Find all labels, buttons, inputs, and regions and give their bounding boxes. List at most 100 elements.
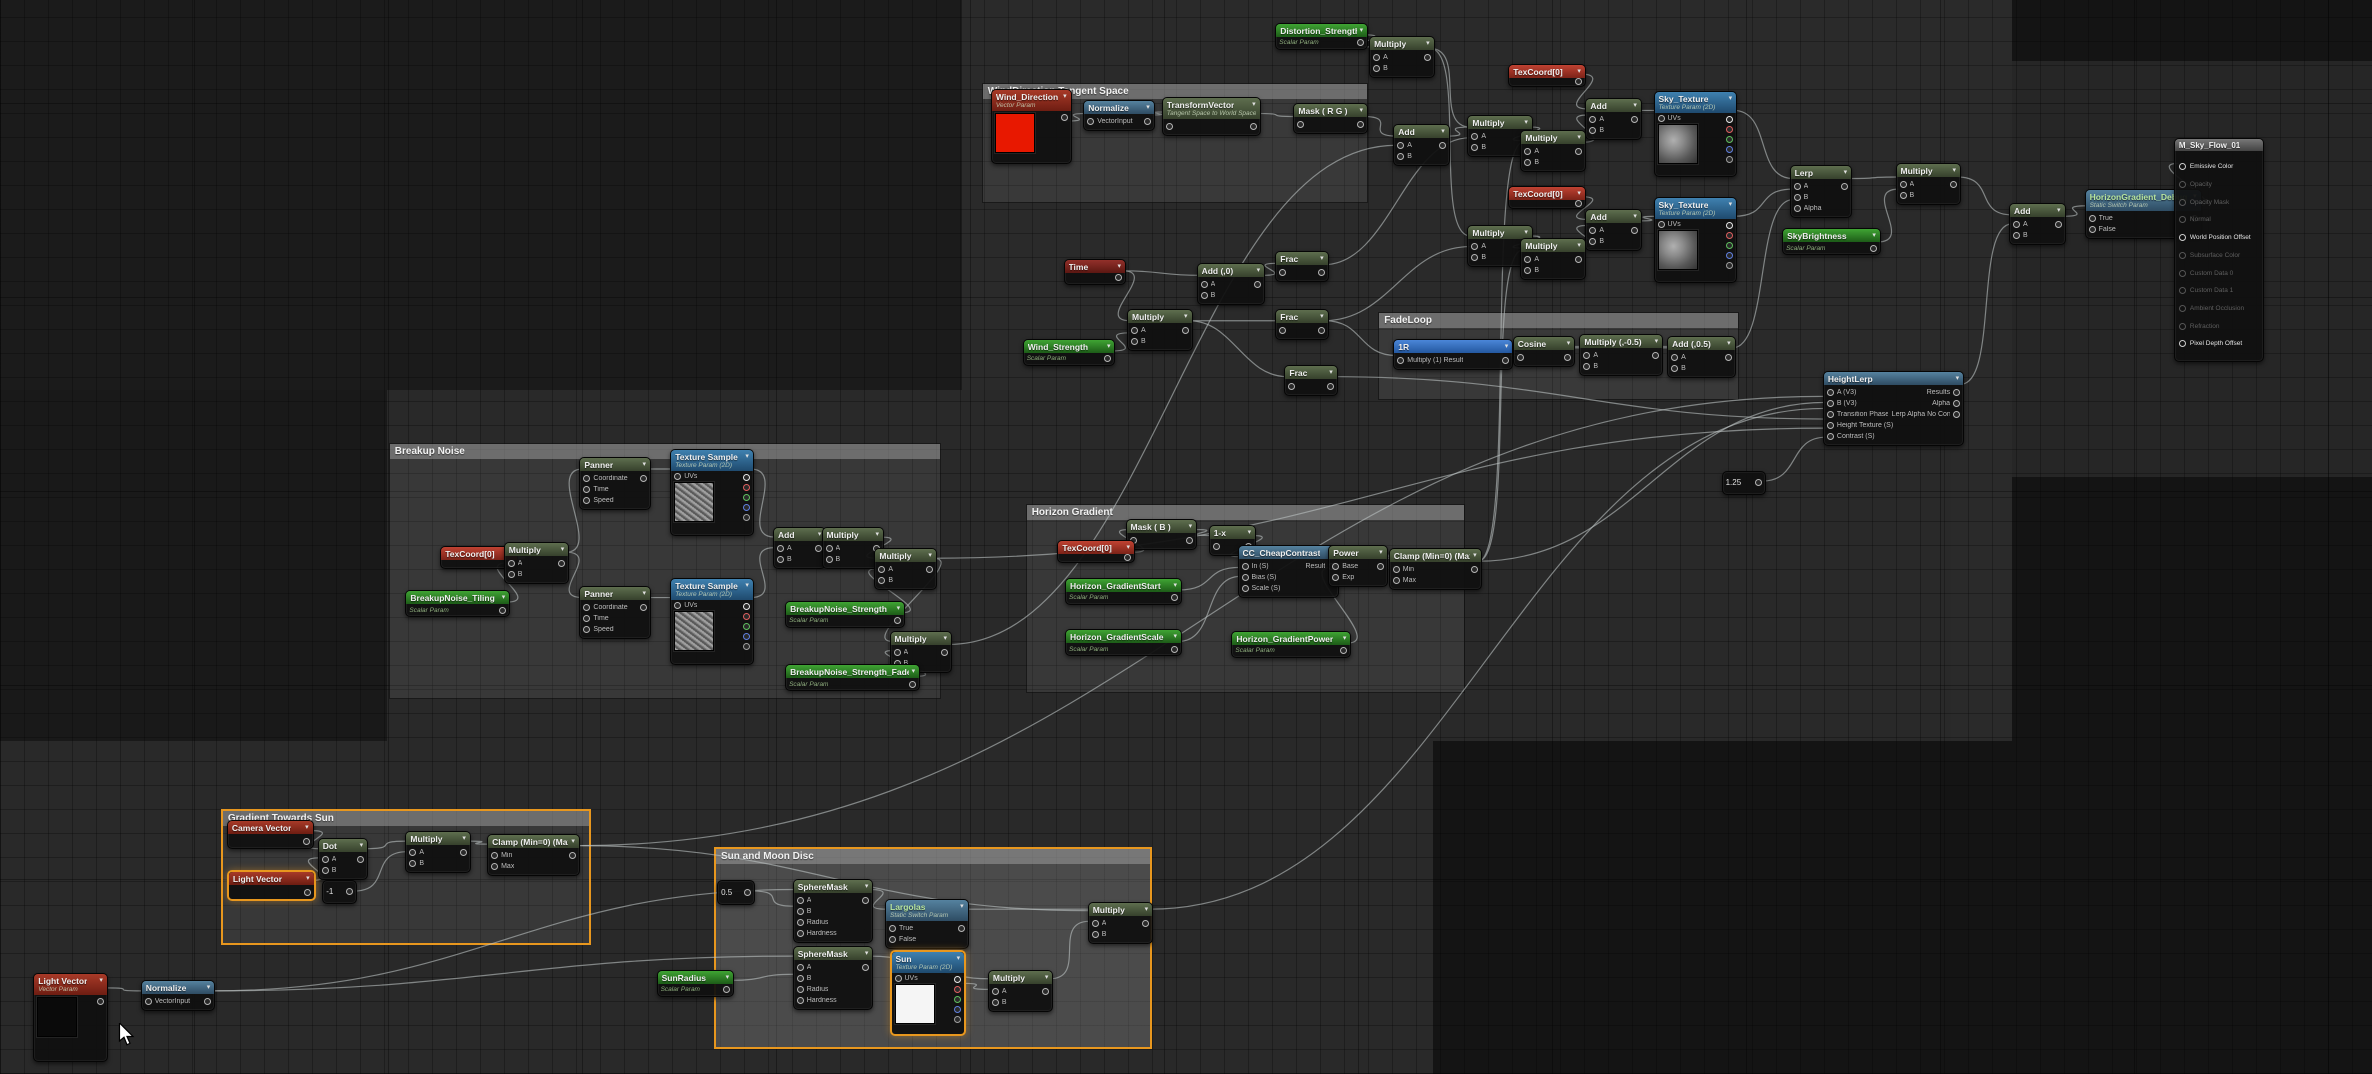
node-header[interactable]: Sky_Texture▾Texture Param (2D) — [1655, 92, 1737, 113]
input-pin[interactable] — [889, 936, 896, 943]
texture-thumbnail[interactable] — [995, 113, 1035, 153]
output-pin[interactable] — [958, 925, 965, 932]
node-header[interactable]: Horizon_GradientStart▾ — [1066, 579, 1181, 592]
output-pin[interactable] — [1439, 142, 1446, 149]
input-pin[interactable] — [1589, 238, 1596, 245]
collapse-icon[interactable]: ▾ — [1257, 267, 1261, 275]
node-texcoord-0[interactable]: TexCoord[0]▾ — [1057, 540, 1135, 563]
output-pin[interactable] — [926, 566, 933, 573]
input-pin[interactable] — [322, 856, 329, 863]
collapse-icon[interactable]: ▾ — [1252, 101, 1256, 109]
collapse-icon[interactable]: ▾ — [1045, 974, 1049, 982]
node-header[interactable]: Mask ( R G )▾ — [1294, 104, 1367, 117]
input-pin[interactable] — [797, 919, 804, 926]
collapse-icon[interactable]: ▾ — [745, 453, 749, 461]
input-pin[interactable] — [2179, 216, 2186, 223]
input-pin[interactable] — [1794, 183, 1801, 190]
output-pin[interactable] — [862, 897, 869, 904]
input-pin[interactable] — [508, 571, 515, 578]
node-mask-b[interactable]: Mask ( B )▾ — [1126, 519, 1198, 550]
node-texcoord-0[interactable]: TexCoord[0]▾ — [1508, 186, 1586, 209]
output-pin[interactable] — [954, 1016, 961, 1023]
output-pin[interactable] — [1171, 594, 1178, 601]
output-pin[interactable] — [743, 633, 750, 640]
node-header[interactable]: Multiply▾ — [823, 528, 884, 541]
collapse-icon[interactable]: ▾ — [1505, 343, 1509, 351]
node-header[interactable]: BreakupNoise_Strength_Fade▾ — [786, 665, 919, 678]
collapse-icon[interactable]: ▾ — [207, 984, 211, 992]
node-header[interactable]: Add▾ — [1394, 125, 1449, 138]
output-pin[interactable] — [954, 996, 961, 1003]
node-header[interactable]: Horizon_GradientScale▾ — [1066, 630, 1181, 643]
input-pin[interactable] — [1288, 383, 1295, 390]
input-pin[interactable] — [1332, 574, 1339, 581]
output-pin[interactable] — [1726, 156, 1733, 163]
collapse-icon[interactable]: ▾ — [1567, 340, 1571, 348]
node-add[interactable]: Add▾AB — [1585, 209, 1642, 251]
input-pin[interactable] — [2179, 270, 2186, 277]
collapse-icon[interactable]: ▾ — [1872, 232, 1876, 240]
input-pin[interactable] — [1201, 281, 1208, 288]
node-texture-sample[interactable]: Texture Sample▾Texture Param (2D)UVs — [670, 578, 754, 665]
input-pin[interactable] — [1279, 269, 1286, 276]
output-pin[interactable] — [1726, 146, 1733, 153]
output-pin[interactable] — [1726, 232, 1733, 239]
output-pin[interactable] — [1631, 227, 1638, 234]
input-pin[interactable] — [1589, 127, 1596, 134]
output-pin[interactable] — [743, 643, 750, 650]
node-sunradius[interactable]: SunRadius▾Scalar Param — [657, 970, 735, 997]
input-pin[interactable] — [583, 486, 590, 493]
output-pin[interactable] — [1953, 389, 1960, 396]
node-header[interactable]: Normalize▾ — [1084, 101, 1154, 114]
output-pin[interactable] — [303, 838, 310, 845]
input-pin[interactable] — [797, 975, 804, 982]
input-pin[interactable] — [2179, 199, 2186, 206]
output-pin[interactable] — [1318, 327, 1325, 334]
node-multiply-0-5[interactable]: Multiply (,-0.5)▾AB — [1579, 334, 1663, 376]
node-header[interactable]: Multiply▾ — [1370, 37, 1434, 50]
node-header[interactable]: Sky_Texture▾Texture Param (2D) — [1655, 198, 1737, 219]
input-pin[interactable] — [1242, 574, 1249, 581]
input-pin[interactable] — [1583, 352, 1590, 359]
input-pin[interactable] — [1524, 148, 1531, 155]
node-breakupnoise-tiling[interactable]: BreakupNoise_Tiling▾Scalar Param — [405, 590, 510, 617]
input-pin[interactable] — [2179, 323, 2186, 330]
node-time[interactable]: Time▾ — [1064, 259, 1127, 285]
input-pin[interactable] — [409, 849, 416, 856]
output-pin[interactable] — [499, 607, 506, 614]
input-pin[interactable] — [491, 863, 498, 870]
output-pin[interactable] — [1950, 181, 1957, 188]
collapse-icon[interactable]: ▾ — [865, 883, 869, 891]
input-pin[interactable] — [2089, 226, 2096, 233]
input-pin[interactable] — [409, 860, 416, 867]
node-header[interactable]: Panner▾ — [580, 587, 650, 600]
output-pin[interactable] — [1726, 222, 1733, 229]
output-pin[interactable] — [954, 986, 961, 993]
input-pin[interactable] — [1213, 543, 1220, 550]
input-pin[interactable] — [797, 897, 804, 904]
input-pin[interactable] — [145, 998, 152, 1005]
node-wind-strength[interactable]: Wind_Strength▾Scalar Param — [1023, 339, 1116, 366]
output-pin[interactable] — [743, 603, 750, 610]
node-texcoord-0[interactable]: TexCoord[0]▾ — [1508, 64, 1586, 87]
node-header[interactable]: HeightLerp▾ — [1824, 372, 1963, 385]
input-pin[interactable] — [826, 556, 833, 563]
input-pin[interactable] — [1332, 563, 1339, 570]
node-sky-texture[interactable]: Sky_Texture▾Texture Param (2D)UVs — [1654, 91, 1738, 178]
node-panner[interactable]: Panner▾CoordinateTimeSpeed — [579, 586, 651, 639]
node-header[interactable]: Multiply▾ — [1089, 903, 1153, 916]
output-pin[interactable] — [97, 998, 104, 1005]
input-pin[interactable] — [1794, 205, 1801, 212]
input-pin[interactable] — [1827, 400, 1834, 407]
input-pin[interactable] — [508, 560, 515, 567]
node-multiply[interactable]: Multiply▾AB — [504, 542, 570, 584]
input-pin[interactable] — [797, 964, 804, 971]
output-pin[interactable] — [1870, 245, 1877, 252]
input-pin[interactable] — [894, 649, 901, 656]
input-pin[interactable] — [1131, 327, 1138, 334]
comment-header[interactable]: Horizon Gradient — [1027, 505, 1464, 520]
collapse-icon[interactable]: ▾ — [502, 594, 506, 602]
input-pin[interactable] — [1471, 144, 1478, 151]
output-pin[interactable] — [304, 889, 311, 896]
collapse-icon[interactable]: ▾ — [360, 842, 364, 850]
